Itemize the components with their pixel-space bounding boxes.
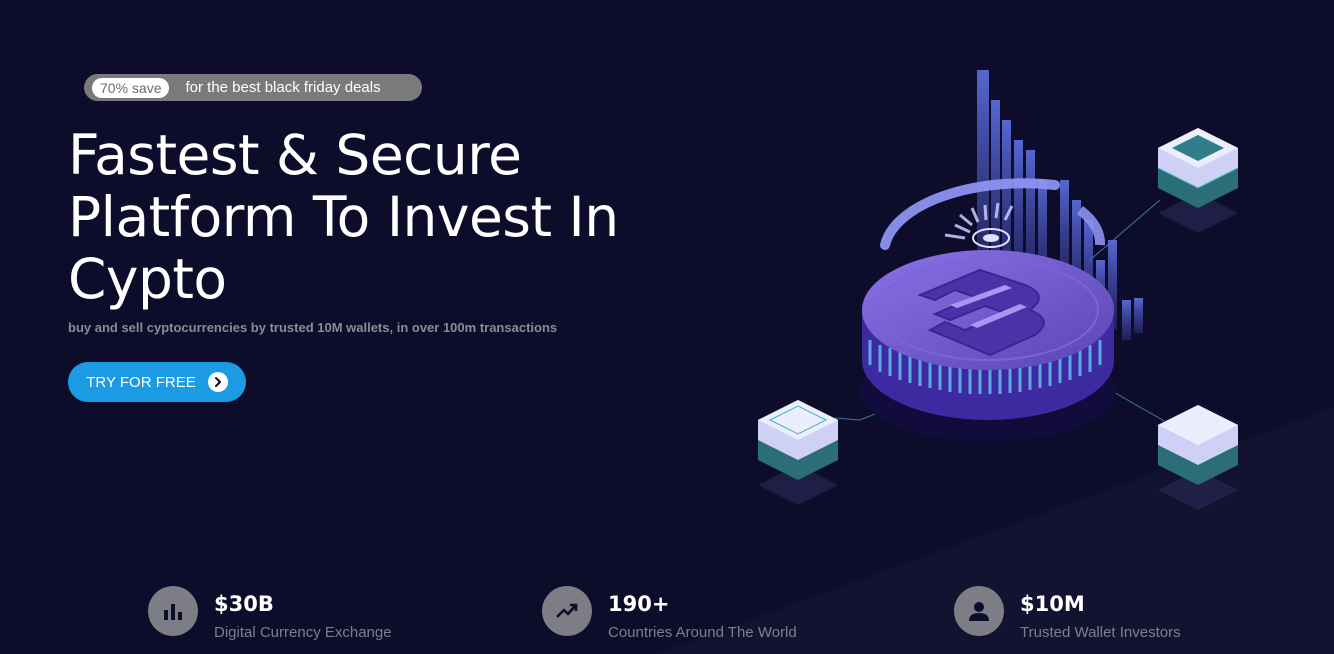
stat-label: Trusted Wallet Investors (1020, 624, 1181, 641)
cta-label: TRY FOR FREE (86, 373, 196, 391)
promo-banner[interactable]: 70% save for the best black friday deals (84, 74, 422, 101)
stat-investors: $10M Trusted Wallet Investors (954, 586, 1181, 641)
crypto-coin-illustration (758, 70, 1239, 510)
stat-countries: 190+ Countries Around The World (542, 586, 797, 641)
user-icon (954, 586, 1004, 636)
try-for-free-button[interactable]: TRY FOR FREE (68, 362, 246, 402)
stat-value: $10M (1020, 592, 1085, 616)
hero-subtitle: buy and sell cyptocurrencies by trusted … (68, 320, 558, 335)
promo-text: for the best black friday deals (185, 79, 381, 96)
stat-value: 190+ (608, 592, 670, 616)
stat-label: Digital Currency Exchange (214, 624, 392, 641)
bar-chart-icon (148, 586, 198, 636)
stat-exchange: $30B Digital Currency Exchange (148, 586, 392, 641)
stat-value: $30B (214, 592, 274, 616)
trending-up-icon (542, 586, 592, 636)
chevron-right-icon (207, 372, 228, 392)
hero-title: Fastest & Secure Platform To Invest In C… (68, 123, 619, 311)
stat-label: Countries Around The World (608, 624, 797, 641)
promo-badge: 70% save (92, 77, 170, 98)
